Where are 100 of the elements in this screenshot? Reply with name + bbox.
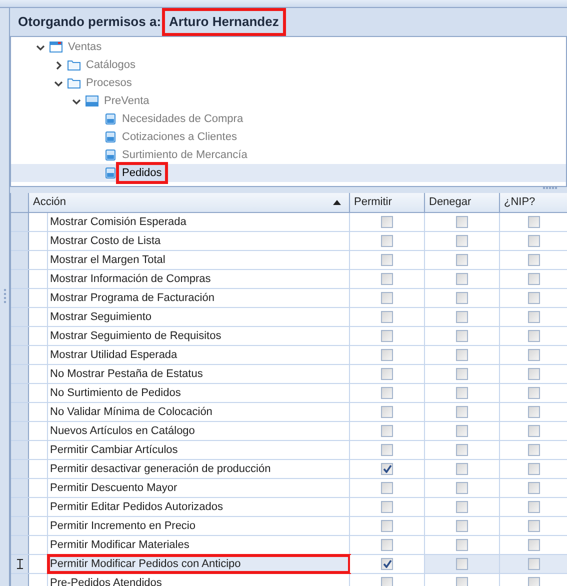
checkbox[interactable]	[456, 368, 468, 380]
column-header[interactable]: ¿NIP?	[500, 193, 567, 212]
checkbox[interactable]	[528, 254, 540, 266]
checkbox[interactable]	[528, 292, 540, 304]
checkbox[interactable]	[381, 349, 393, 361]
checkbox[interactable]	[528, 463, 540, 475]
tree-item[interactable]: Procesos	[83, 74, 135, 92]
tree-item[interactable]: Cotizaciones a Clientes	[119, 128, 240, 146]
chevron-down-icon[interactable]	[72, 96, 80, 106]
checkbox[interactable]	[381, 520, 393, 532]
tree-item[interactable]: Catálogos	[83, 56, 139, 74]
checkbox[interactable]	[456, 558, 468, 570]
column-header[interactable]: Acción	[29, 193, 350, 212]
tree-item[interactable]: Surtimiento de Mercancía	[119, 146, 250, 164]
tree-item[interactable]: PreVenta	[101, 92, 152, 110]
table-cell: No Validar Mínima de Colocación	[48, 403, 350, 421]
document-icon	[103, 131, 117, 143]
tree-item[interactable]: Necesidades de Compra	[119, 110, 246, 128]
column-header[interactable]: Denegar	[425, 193, 500, 212]
checkbox[interactable]	[528, 444, 540, 456]
table-cell: Mostrar Información de Compras	[48, 270, 350, 288]
checkbox[interactable]	[381, 444, 393, 456]
checkbox[interactable]	[381, 558, 393, 570]
checkbox[interactable]	[456, 444, 468, 456]
checkbox[interactable]	[528, 520, 540, 532]
table-cell: Permitir Modificar Pedidos con Anticipo	[48, 555, 350, 573]
user-name: Arturo Hernandez	[165, 11, 283, 33]
checkbox[interactable]	[456, 292, 468, 304]
checkbox[interactable]	[381, 368, 393, 380]
checkbox[interactable]	[456, 273, 468, 285]
checkbox[interactable]	[456, 311, 468, 323]
folder-icon	[67, 59, 81, 71]
table-cell: Permitir Editar Pedidos Autorizados	[48, 498, 350, 516]
checkbox[interactable]	[528, 577, 540, 586]
checkbox[interactable]	[456, 330, 468, 342]
checkbox[interactable]	[528, 273, 540, 285]
checkbox[interactable]	[528, 311, 540, 323]
checkbox[interactable]	[528, 387, 540, 399]
checkbox[interactable]	[381, 311, 393, 323]
checkbox[interactable]	[528, 216, 540, 228]
table-cell: Mostrar Utilidad Esperada	[48, 346, 350, 364]
checkbox[interactable]	[381, 330, 393, 342]
checkbox[interactable]	[381, 463, 393, 475]
checkbox[interactable]	[528, 425, 540, 437]
checkbox[interactable]	[456, 254, 468, 266]
table-cell: Mostrar Seguimiento	[48, 308, 350, 326]
checkbox[interactable]	[381, 292, 393, 304]
sort-up-icon[interactable]	[333, 200, 341, 205]
checkbox[interactable]	[456, 501, 468, 513]
table-cell: Mostrar Programa de Facturación	[48, 289, 350, 307]
checkbox[interactable]	[528, 368, 540, 380]
checkbox[interactable]	[456, 406, 468, 418]
table-cell: Mostrar Costo de Lista	[48, 232, 350, 250]
checkbox[interactable]	[381, 501, 393, 513]
table-cell: Mostrar el Margen Total	[48, 251, 350, 269]
chevron-down-icon[interactable]	[54, 78, 62, 88]
checkbox[interactable]	[381, 235, 393, 247]
table-cell: Permitir desactivar generación de producción	[48, 460, 350, 478]
checkbox[interactable]	[456, 539, 468, 551]
table-cell: Permitir Descuento Mayor	[48, 479, 350, 497]
checkbox[interactable]	[528, 558, 540, 570]
chevron-right-icon[interactable]	[54, 60, 62, 70]
table-cell: No Surtimiento de Pedidos	[48, 384, 350, 402]
tree-item[interactable]: Pedidos	[119, 164, 165, 182]
row-header[interactable]	[11, 555, 29, 573]
checkbox[interactable]	[381, 406, 393, 418]
checkbox[interactable]	[528, 482, 540, 494]
checkbox[interactable]	[528, 349, 540, 361]
checkbox[interactable]	[456, 216, 468, 228]
checkbox[interactable]	[381, 577, 393, 586]
checkbox[interactable]	[381, 216, 393, 228]
table-cell: Permitir Incremento en Precio	[48, 517, 350, 535]
document-icon	[103, 113, 117, 125]
checkbox[interactable]	[528, 539, 540, 551]
checkbox[interactable]	[381, 254, 393, 266]
checkbox[interactable]	[528, 406, 540, 418]
checkbox[interactable]	[381, 539, 393, 551]
checkbox[interactable]	[381, 482, 393, 494]
checkbox[interactable]	[456, 482, 468, 494]
checkbox[interactable]	[528, 501, 540, 513]
checkbox[interactable]	[381, 387, 393, 399]
checkbox[interactable]	[456, 577, 468, 586]
checkbox[interactable]	[456, 425, 468, 437]
checkbox[interactable]	[456, 387, 468, 399]
table-cell: Mostrar Seguimiento de Requisitos	[48, 327, 350, 345]
checkbox[interactable]	[456, 520, 468, 532]
checkbox[interactable]	[528, 235, 540, 247]
checkbox[interactable]	[381, 425, 393, 437]
form-icon	[85, 95, 99, 107]
checkbox[interactable]	[381, 273, 393, 285]
checkbox[interactable]	[456, 349, 468, 361]
column-header[interactable]: Permitir	[350, 193, 425, 212]
checkbox[interactable]	[528, 330, 540, 342]
checkbox[interactable]	[456, 235, 468, 247]
header-label: Otorgando permisos a:	[18, 13, 162, 32]
chevron-down-icon[interactable]	[36, 42, 44, 52]
tree-item[interactable]: Ventas	[65, 38, 105, 56]
table-cell: Permitir Modificar Materiales	[48, 536, 350, 554]
checkbox[interactable]	[456, 463, 468, 475]
table-cell: Pre-Pedidos Atendidos	[48, 574, 350, 586]
